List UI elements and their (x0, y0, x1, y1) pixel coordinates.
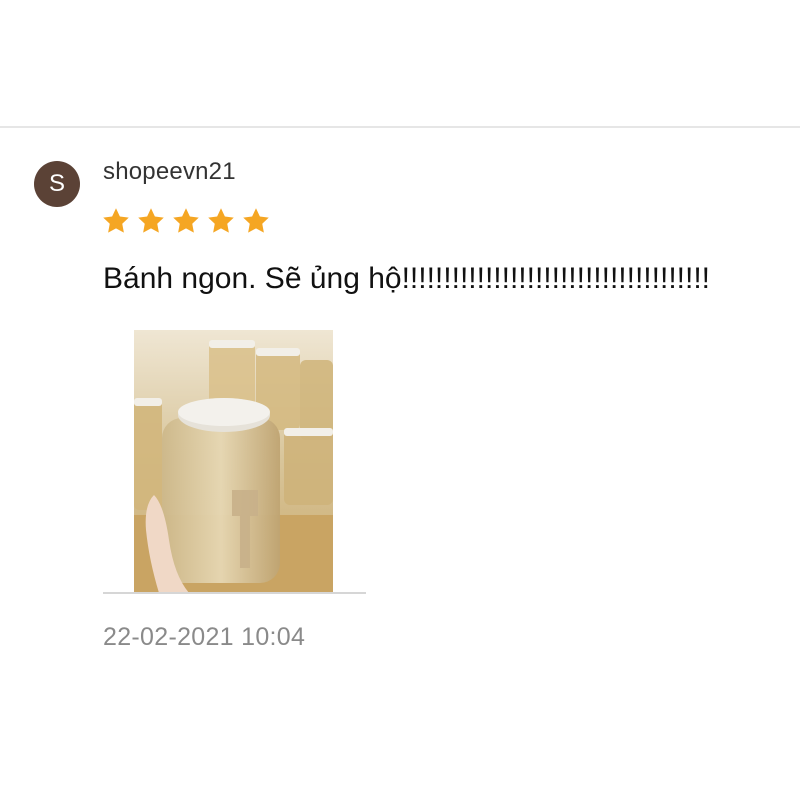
star-icon (173, 208, 199, 233)
top-divider (0, 126, 800, 128)
review-timestamp: 22-02-2021 10:04 (103, 623, 306, 651)
star-icon (208, 208, 234, 233)
avatar[interactable]: S (34, 161, 80, 207)
photo-divider (103, 592, 366, 594)
star-icon (243, 208, 269, 233)
jar-photo-image (134, 330, 333, 593)
star-icon (103, 208, 129, 233)
avatar-letter: S (48, 170, 65, 197)
reviewer-username: shopeevn21 (103, 158, 236, 185)
star-icon (138, 208, 164, 233)
review-text: Bánh ngon. Sẽ ủng hộ!!!!!!!!!!!!!!!!!!!!… (103, 262, 710, 295)
star-rating (101, 206, 271, 238)
review-photo[interactable] (134, 330, 333, 593)
